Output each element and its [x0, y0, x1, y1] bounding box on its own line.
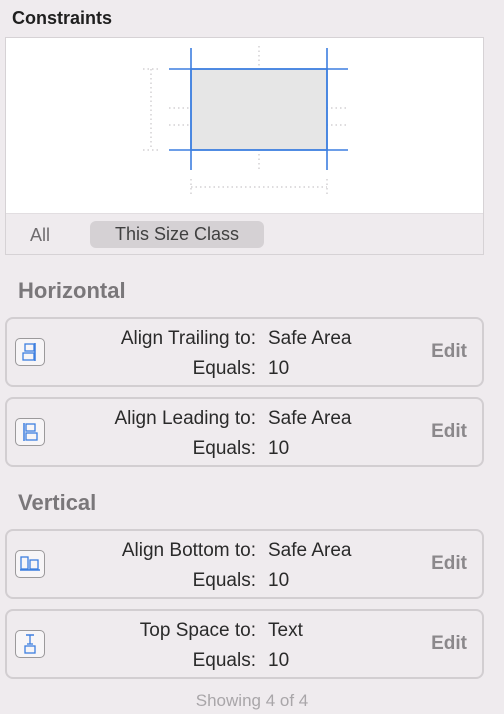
group-title-horizontal: Horizontal [18, 278, 126, 303]
align-trailing-icon [15, 338, 45, 366]
equals-value: 10 [268, 358, 290, 379]
segment-this-size-class[interactable]: This Size Class [90, 221, 264, 248]
equals-value: 10 [268, 650, 290, 671]
edit-button[interactable]: Edit [431, 553, 467, 575]
section-title: Constraints [12, 8, 113, 28]
equals-value: 10 [268, 570, 290, 591]
size-class-segmented-control: All This Size Class [6, 213, 483, 254]
constraint-card-align-leading[interactable]: Align Leading to: Safe Area Equals: 10 E… [5, 397, 484, 467]
constraint-label: Align Trailing to: [120, 328, 256, 349]
constraint-target: Safe Area [268, 328, 352, 349]
align-bottom-icon [15, 550, 45, 578]
constraint-card-align-bottom[interactable]: Align Bottom to: Safe Area Equals: 10 Ed… [5, 529, 484, 599]
edit-button[interactable]: Edit [431, 341, 467, 363]
constraint-label: Top Space to: [139, 620, 256, 641]
edit-button[interactable]: Edit [431, 421, 467, 443]
constraint-diagram-svg [143, 46, 348, 196]
equals-value: 10 [268, 438, 290, 459]
equals-label: Equals: [192, 570, 256, 591]
equals-label: Equals: [192, 438, 256, 459]
group-title-vertical: Vertical [18, 490, 97, 515]
equals-label: Equals: [192, 650, 256, 671]
view-rect [190, 68, 328, 151]
constraint-target: Safe Area [268, 540, 352, 561]
constraint-target: Safe Area [268, 408, 352, 429]
segment-all[interactable]: All [30, 223, 50, 247]
constraint-label: Align Bottom to: [121, 540, 256, 561]
constraint-target: Text [268, 620, 303, 641]
edit-button[interactable]: Edit [431, 633, 467, 655]
equals-label: Equals: [192, 358, 256, 379]
constraint-label: Align Leading to: [114, 408, 256, 429]
top-space-icon [15, 630, 45, 658]
constraint-card-top-space[interactable]: Top Space to: Text Equals: 10 Edit [5, 609, 484, 679]
constraint-preview: All This Size Class [5, 37, 484, 255]
align-leading-icon [15, 418, 45, 446]
constraint-diagram [6, 38, 483, 213]
constraint-card-align-trailing[interactable]: Align Trailing to: Safe Area Equals: 10 … [5, 317, 484, 387]
results-count: Showing 4 of 4 [195, 691, 309, 710]
